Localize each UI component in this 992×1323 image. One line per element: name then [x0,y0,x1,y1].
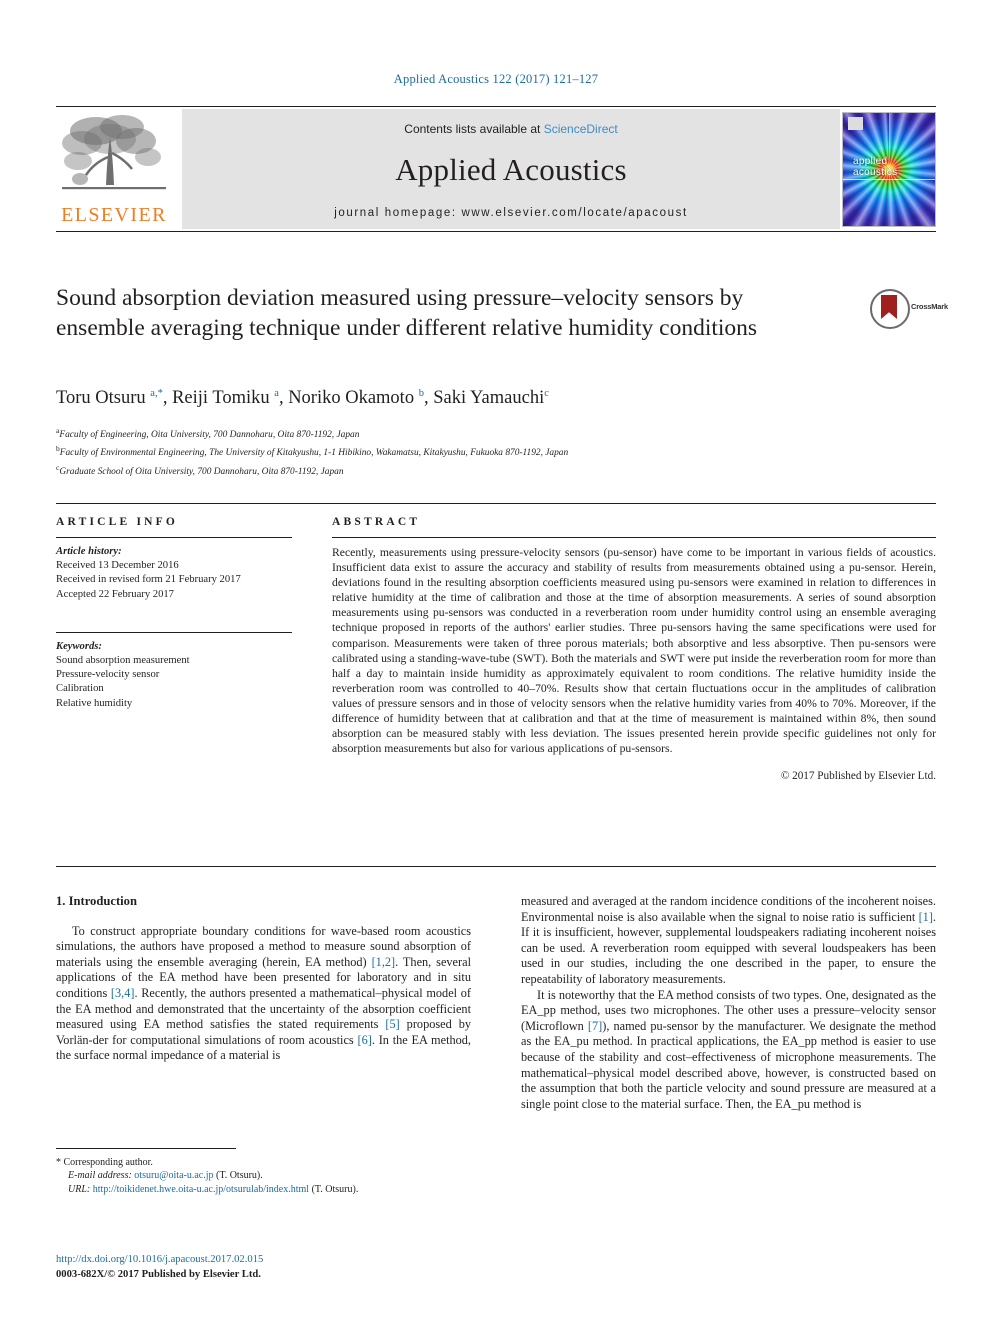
intro-paragraph-continued: measured and averaged at the random inci… [521,894,936,988]
cover-divider [843,179,935,180]
doi-link[interactable]: http://dx.doi.org/10.1016/j.apacoust.201… [56,1252,486,1267]
running-head: Applied Acoustics 122 (2017) 121–127 [393,72,599,86]
journal-article-page: Applied Acoustics 122 (2017) 121–127 ELS… [0,0,992,1323]
cover-publisher-badge [848,117,863,130]
intro-paragraph-1: To construct appropriate boundary condit… [56,924,471,1064]
keyword-item: Sound absorption measurement [56,655,190,667]
keyword-item: Calibration [56,683,104,695]
article-info-section: ARTICLE INFO Article history: Received 1… [56,516,292,711]
keyword-item: Pressure-velocity sensor [56,669,160,681]
cover-title-text: applied acoustics [853,156,898,178]
affiliation-list: aFaculty of Engineering, Oita University… [56,424,946,479]
crossmark-bookmark-shape [881,295,897,319]
contents-line: Contents lists available at ScienceDirec… [182,109,840,136]
affiliation-text: Graduate School of Oita University, 700 … [59,466,344,477]
history-item: Received in revised form 21 February 201… [56,574,241,586]
affiliation-item: bFaculty of Environmental Engineering, T… [56,442,946,460]
email-note: E-mail address: otsuru@oita-u.ac.jp (T. … [56,1169,486,1182]
corresponding-author-note: * Corresponding author. [56,1156,486,1169]
affiliation-item: cGraduate School of Oita University, 700… [56,461,946,479]
divider-above-body [56,866,936,867]
email-attribution: (T. Otsuru). [216,1170,263,1182]
crossmark-icon [870,289,910,329]
citation-ref-3-4[interactable]: [3,4] [111,986,135,1000]
url-note: URL: http://toikidenet.hwe.oita-u.ac.jp/… [56,1183,486,1196]
article-info-heading: ARTICLE INFO [56,516,179,528]
elsevier-logo: ELSEVIER [56,109,172,229]
journal-masthead: ELSEVIER Contents lists available at Sci… [56,106,936,232]
elsevier-wordmark: ELSEVIER [61,204,167,226]
introduction-left-column: 1. Introduction To construct appropriate… [56,894,471,1064]
divider-above-abstract [56,503,936,504]
corresponding-mark: * [56,1157,61,1168]
history-item: Received 13 December 2016 [56,560,179,572]
journal-homepage-link[interactable]: journal homepage: www.elsevier.com/locat… [182,207,840,219]
citation-ref-6[interactable]: [6] [358,1033,372,1047]
keywords-group: Keywords: Sound absorption measurement P… [56,640,292,711]
contents-prefix: Contents lists available at [404,122,544,136]
article-info-rule [56,537,292,538]
page-title: Sound absorption deviation measured usin… [56,285,758,341]
crossmark-label: CrossMark [911,302,948,311]
intro-right-text-a: measured and averaged at the random inci… [521,894,936,924]
article-history-title: Article history: [56,546,122,557]
masthead-center-band: Contents lists available at ScienceDirec… [182,109,840,229]
journal-name: Applied Acoustics [395,152,627,187]
email-label: E-mail address: [68,1170,132,1182]
url-attribution: (T. Otsuru). [311,1183,359,1195]
issn-copyright-line: 0003-682X/© 2017 Published by Elsevier L… [56,1269,261,1280]
footnote-block: * Corresponding author. E-mail address: … [56,1156,486,1196]
introduction-right-column: measured and averaged at the random inci… [521,894,936,1112]
email-link[interactable]: otsuru@oita-u.ac.jp [134,1170,213,1181]
intro-paragraph-2: It is noteworthy that the EA method cons… [521,988,936,1113]
sciencedirect-link[interactable]: ScienceDirect [544,122,618,136]
title-block: Sound absorption deviation measured usin… [56,283,948,343]
citation-ref-1-2[interactable]: [1,2] [372,955,396,969]
url-link[interactable]: http://toikidenet.hwe.oita-u.ac.jp/otsur… [93,1184,309,1195]
abstract-heading: ABSTRACT [332,516,421,528]
url-label: URL: [68,1183,91,1195]
journal-cover-thumbnail: applied acoustics [842,112,936,227]
abstract-section: ABSTRACT Recently, measurements using pr… [332,516,936,782]
crossmark-badge[interactable]: CrossMark [870,287,948,329]
affiliation-text: Faculty of Environmental Engineering, Th… [59,448,569,459]
history-item: Accepted 22 February 2017 [56,588,174,600]
author-list: Toru Otsuru a,*, Reiji Tomiku a, Noriko … [56,388,549,409]
abstract-rule [332,537,936,538]
footer-block: http://dx.doi.org/10.1016/j.apacoust.201… [56,1252,486,1282]
citation-ref-1[interactable]: [1] [919,910,933,924]
affiliation-text: Faculty of Engineering, Oita University,… [59,430,360,441]
corresponding-text: Corresponding author. [63,1157,153,1168]
citation-ref-7[interactable]: [7] [588,1019,602,1033]
affiliation-item: aFaculty of Engineering, Oita University… [56,424,946,442]
abstract-text: Recently, measurements using pressure-ve… [332,546,936,756]
citation-ref-5[interactable]: [5] [385,1017,399,1031]
article-history-group: Article history: Received 13 December 20… [56,545,292,602]
abstract-copyright: © 2017 Published by Elsevier Ltd. [780,770,936,783]
section-heading-introduction: 1. Introduction [56,894,137,908]
footnote-divider [56,1148,236,1149]
keywords-rule [56,631,292,633]
elsevier-tree-icon [56,109,172,201]
keyword-item: Relative humidity [56,697,133,709]
keywords-title: Keywords: [56,640,102,652]
